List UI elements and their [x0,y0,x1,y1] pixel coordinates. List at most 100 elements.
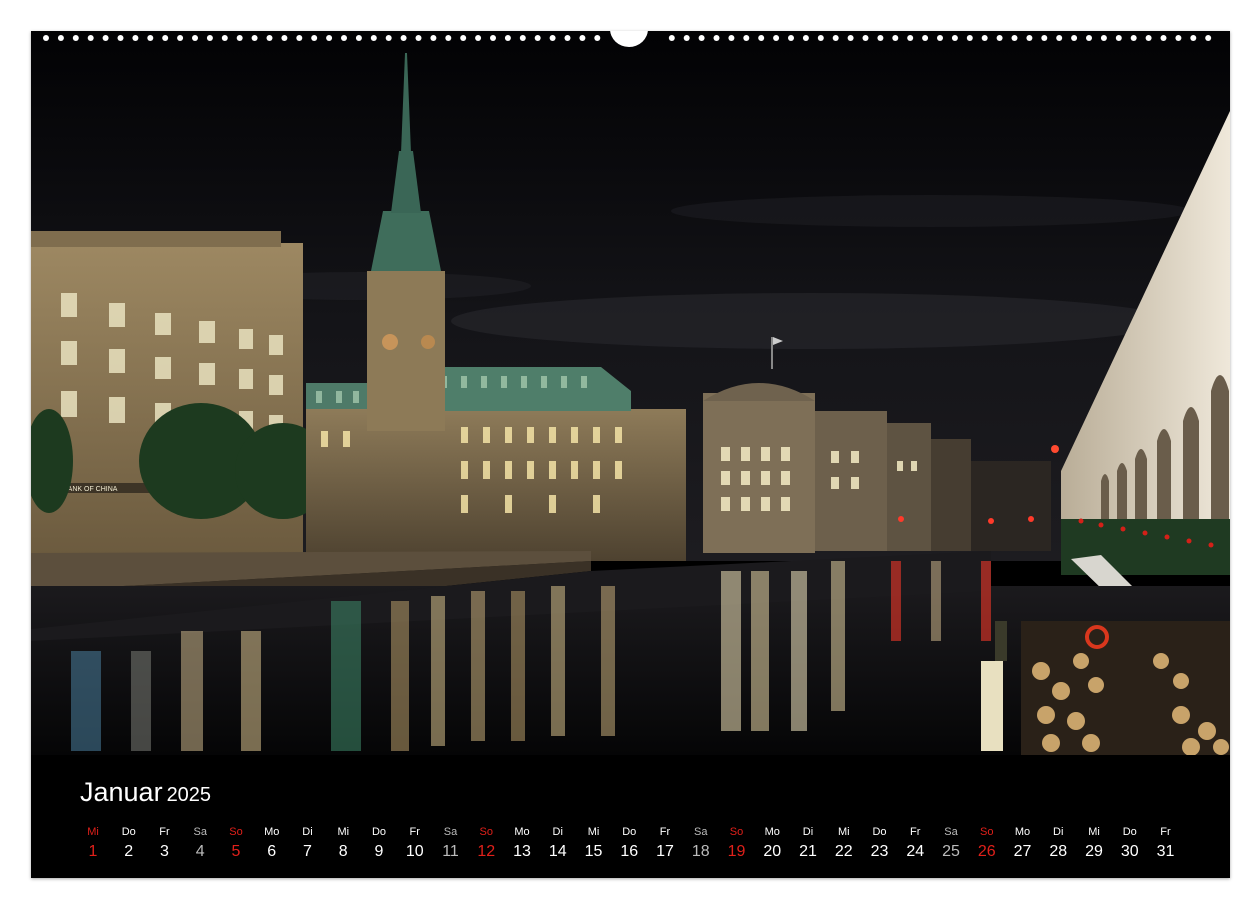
binding-dot [922,35,929,41]
day-number: 18 [691,843,710,860]
weekday-label: Fr [159,826,170,838]
binding-dot [519,35,526,41]
binding-dot [1041,35,1048,41]
day-number: 16 [620,843,639,860]
binding-dot [400,35,407,41]
binding-dot [460,35,467,41]
binding-dot [1056,35,1063,41]
day-number: 5 [231,843,241,860]
binding-dot [415,35,422,41]
binding-dot [132,35,139,41]
binding-dot [1026,35,1033,41]
binding-dot [206,35,213,41]
day-number: 19 [727,843,746,860]
weekday-label: Mi [87,826,99,838]
binding-dot [758,35,765,41]
binding-dot [788,35,794,41]
binding-dot [192,35,198,41]
calendar-strip: Januar 2025 Mi 1 Do 2 Fr 3 Sa 4 So 5 Mo 6 Di 7 Mi 8 Do 9 Fr… [31,755,1230,878]
day-number: 3 [160,843,169,860]
binding-dot [341,35,347,41]
weekday-label: Fr [659,826,671,838]
day-number: 2 [124,843,134,860]
binding-dot [907,35,914,41]
binding-dot [832,35,839,41]
binding-dot [981,35,988,41]
day-number: 24 [906,843,925,860]
binding-dot [251,35,258,41]
binding-dot [162,35,169,41]
day-number: 17 [656,843,674,860]
weekday-label: Sa [694,826,708,838]
year: 2025 [166,784,212,806]
binding-dot [862,35,869,41]
weekday-label: Sa [443,826,458,838]
binding-dot [57,35,64,41]
binding-dot [1160,35,1167,41]
binding-dot [1086,35,1092,41]
weekday-label: Fr [1160,826,1171,838]
binding-dot [296,35,303,41]
binding-dot [1145,35,1152,41]
weekday-label: Mi [337,826,350,838]
binding-dot [966,35,973,41]
binding-dot [430,35,437,41]
weekday-label: Mo [764,826,780,838]
day-number: 8 [338,843,348,860]
binding-dot [311,35,318,41]
binding-dot [43,35,49,41]
weekday-label: Mo [1014,826,1031,838]
day-number: 27 [1013,843,1032,860]
day-number: 20 [763,843,782,860]
binding-dot [281,35,288,41]
day-number: 7 [303,843,312,860]
binding-dot [370,35,377,41]
weekday-label: Fr [910,826,921,838]
day-number: 15 [584,843,603,860]
binding-dot [937,35,943,41]
weekday-label: So [729,826,744,838]
weekday-label: Do [371,826,387,838]
month-name: Januar [80,777,163,807]
binding-dot [147,35,154,41]
binding-dot [385,35,392,41]
binding-dot [892,35,899,41]
weekday-label: Di [302,826,313,838]
binding-dot [534,35,541,41]
weekday-label: Sa [193,826,207,838]
bank-sign: BANK OF CHINA [63,486,118,493]
binding-dot [728,35,735,41]
weekday-label: So [229,826,243,838]
day-number: 9 [374,843,384,860]
day-number: 14 [548,843,567,860]
binding-dot [1205,35,1212,41]
binding-dot [773,35,780,41]
weekday-label: Mo [514,826,530,838]
binding-dot [668,35,675,41]
binding-dot [445,35,452,41]
binding-dot [564,35,571,41]
binding-dot [951,35,958,41]
weekday-label: Do [1122,826,1137,838]
binding-dot [1100,35,1107,41]
binding-dot [504,35,511,41]
weekday-label: Mi [1088,826,1100,838]
binding-dot [117,35,124,41]
binding-dot [87,35,94,41]
calendar-sheet: BANK OF CHINA Januar 2025 Mi 1 Do 2 Fr 3… [31,31,1230,878]
day-number: 29 [1085,843,1103,860]
hamburg-night-photo: BANK OF CHINA [31,31,1230,755]
binding-dot [802,35,809,41]
binding-dot [817,35,824,41]
weekday-label: Di [802,826,814,838]
weekday-label: Di [1053,826,1064,838]
weekday-label: So [980,826,994,838]
day-number: 11 [442,843,459,860]
day-number: 22 [834,843,853,860]
binding-dot [221,35,228,41]
day-number: 21 [799,843,817,860]
day-number: 23 [870,843,889,860]
binding-dot [72,35,79,41]
binding-dot [698,35,705,41]
day-number: 31 [1156,843,1175,860]
